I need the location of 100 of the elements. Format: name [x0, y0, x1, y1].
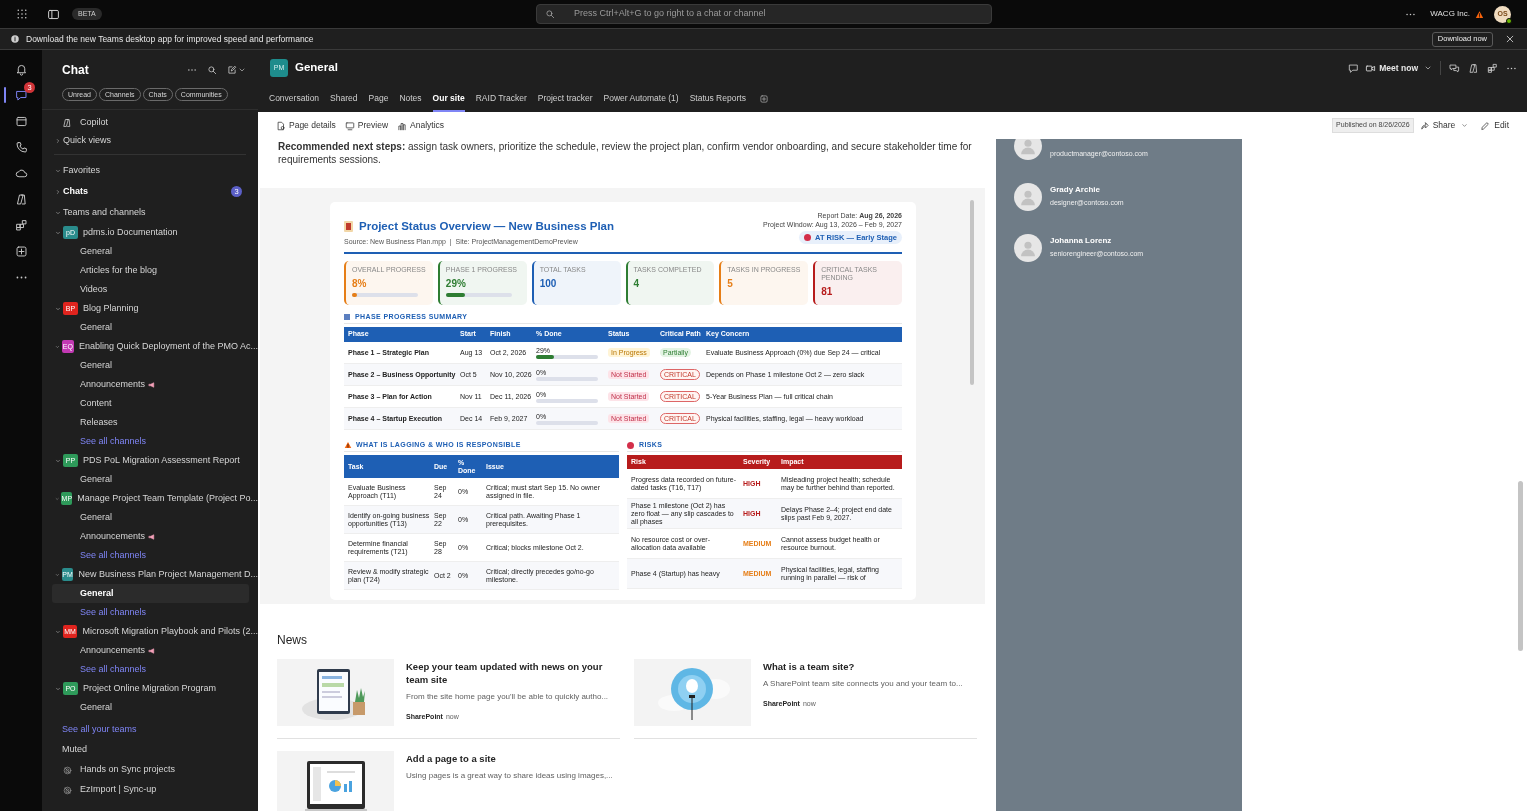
cloud-icon[interactable]	[14, 166, 28, 180]
see-all-link[interactable]: See all your teams	[62, 722, 137, 737]
team-name[interactable]: PDS PoL Migration Assessment Report	[83, 453, 240, 468]
toolbar-button[interactable]: Page details	[276, 119, 336, 132]
chevron-down-icon[interactable]	[55, 305, 61, 312]
channel-item[interactable]: Articles for the blog	[80, 263, 158, 278]
chevron-down-icon[interactable]	[55, 167, 61, 174]
page-details-icon	[276, 120, 286, 131]
app-launcher-icon[interactable]	[16, 8, 28, 20]
chat-item[interactable]: EzImport | Sync-up	[80, 783, 157, 797]
channel-item[interactable]: Announcements	[80, 377, 146, 392]
toolbar-button[interactable]: Preview	[344, 119, 389, 132]
news-title[interactable]: Keep your team updated with news on your team site	[406, 660, 620, 686]
tab[interactable]: Power Automate (1)	[603, 86, 679, 112]
channel-item[interactable]: Content	[80, 396, 112, 411]
phone-icon[interactable]	[14, 140, 28, 154]
tab[interactable]: Notes	[399, 86, 422, 112]
chevron-down-icon[interactable]	[238, 66, 246, 74]
kpi-value: 5	[727, 277, 734, 291]
section-header[interactable]: Muted	[62, 743, 87, 757]
chevron-down-icon	[1424, 64, 1432, 72]
meet-now-button[interactable]: Meet now	[1365, 61, 1432, 75]
team-name[interactable]: Blog Planning	[83, 301, 139, 316]
news-title[interactable]: What is a team site?	[763, 660, 963, 673]
channel-item[interactable]: Announcements	[80, 529, 146, 544]
tab[interactable]: RAID Tracker	[475, 86, 527, 112]
team-name[interactable]: Microsoft Migration Playbook and Pilots (2...	[82, 624, 258, 639]
chevron-down-icon[interactable]	[55, 628, 61, 635]
tab[interactable]: Conversation	[269, 86, 320, 112]
channel-item[interactable]: General	[80, 244, 113, 259]
tab[interactable]: Project tracker	[537, 86, 593, 112]
news-description: From the site home page you'll be able to quickly autho...	[406, 691, 610, 703]
tab[interactable]: Page	[368, 86, 389, 112]
search-field[interactable]: Press Ctrl+Alt+G to go right to a chat or channel	[536, 4, 992, 24]
news-description: A SharePoint team site connects you and your team to...	[763, 678, 963, 690]
section-title: News	[277, 632, 308, 649]
section-header[interactable]: Favorites	[63, 163, 100, 178]
compose-icon[interactable]	[227, 65, 237, 75]
tab[interactable]: Shared	[330, 86, 358, 112]
list-item[interactable]: Quick views	[63, 133, 111, 148]
clipboard-icon	[344, 221, 353, 233]
team-name[interactable]: Enabling Quick Deployment of the PMO Ac...	[78, 339, 258, 354]
apps-icon[interactable]	[1487, 62, 1498, 74]
channel-item[interactable]: Announcements	[80, 643, 146, 658]
tab[interactable]: Status Reports	[689, 86, 746, 112]
see-all-link[interactable]: See all channels	[80, 548, 147, 563]
channel-item[interactable]: General	[80, 320, 113, 335]
channel-item[interactable]: General	[80, 472, 113, 487]
channel-item[interactable]: General	[80, 586, 114, 601]
person-name[interactable]: Grady Archie	[1050, 184, 1124, 197]
channel-item[interactable]: General	[80, 510, 113, 525]
person-name[interactable]: Johanna Lorenz	[1050, 235, 1144, 248]
kpi-value: 29%	[445, 277, 467, 291]
chevron-down-icon[interactable]	[55, 343, 60, 350]
info-icon	[10, 34, 20, 44]
see-all-link[interactable]: See all channels	[80, 662, 147, 677]
chevron-down-icon[interactable]	[55, 685, 61, 692]
megaphone-icon	[148, 646, 157, 655]
team-name[interactable]: Project Online Migration Program	[83, 681, 217, 696]
chat-item[interactable]: Hands on Sync projects	[80, 763, 176, 777]
chevron-down-icon[interactable]	[55, 229, 61, 236]
section-header[interactable]: Teams and channels	[63, 205, 146, 220]
add-tab-icon[interactable]	[758, 94, 769, 104]
chevron-right-icon[interactable]	[55, 188, 61, 195]
analytics-icon	[397, 120, 408, 131]
team-name[interactable]: New Business Plan Project Management D...	[78, 567, 258, 582]
chevron-down-icon[interactable]	[55, 209, 61, 216]
megaphone-icon	[148, 380, 157, 389]
chevron-down-icon[interactable]	[55, 457, 61, 464]
add-icon[interactable]	[14, 244, 28, 258]
team-name[interactable]: pdms.io Documentation	[83, 225, 178, 240]
chat-icon[interactable]	[1348, 62, 1360, 74]
channel-item[interactable]: Releases	[80, 415, 118, 430]
team-name[interactable]: Manage Project Team Template (Project Po...	[77, 491, 258, 506]
toolbar-button[interactable]: Analytics	[397, 119, 445, 132]
chevron-down-icon	[1461, 122, 1469, 129]
edit-button[interactable]: Edit	[1480, 119, 1509, 132]
calendar-icon[interactable]	[14, 114, 28, 128]
see-all-link[interactable]: See all channels	[80, 605, 147, 620]
channel-item[interactable]: General	[80, 700, 113, 715]
close-icon[interactable]	[1505, 34, 1515, 44]
org-name: WACG Inc.	[1430, 8, 1470, 20]
edit-icon	[1480, 120, 1491, 131]
channel-title: General	[295, 60, 338, 76]
chat-bubbles-icon[interactable]	[1449, 62, 1460, 74]
list-item[interactable]: Copilot	[80, 115, 108, 130]
chart-icon	[344, 314, 350, 320]
section-header[interactable]: Chats	[63, 184, 88, 199]
panel-title: Chat	[62, 62, 89, 79]
bell-icon[interactable]	[14, 62, 28, 76]
channel-item[interactable]: Videos	[80, 282, 108, 297]
search-icon[interactable]	[207, 65, 217, 75]
sidebar-toggle-icon[interactable]	[47, 7, 60, 21]
see-all-link[interactable]: See all channels	[80, 434, 147, 449]
channel-item[interactable]: General	[80, 358, 113, 373]
apps-icon[interactable]	[14, 218, 28, 232]
chat-icon[interactable]	[14, 88, 28, 102]
share-button[interactable]: Share	[1419, 119, 1469, 132]
news-title[interactable]: Add a page to a site	[406, 752, 613, 765]
chevron-right-icon[interactable]	[55, 137, 61, 144]
